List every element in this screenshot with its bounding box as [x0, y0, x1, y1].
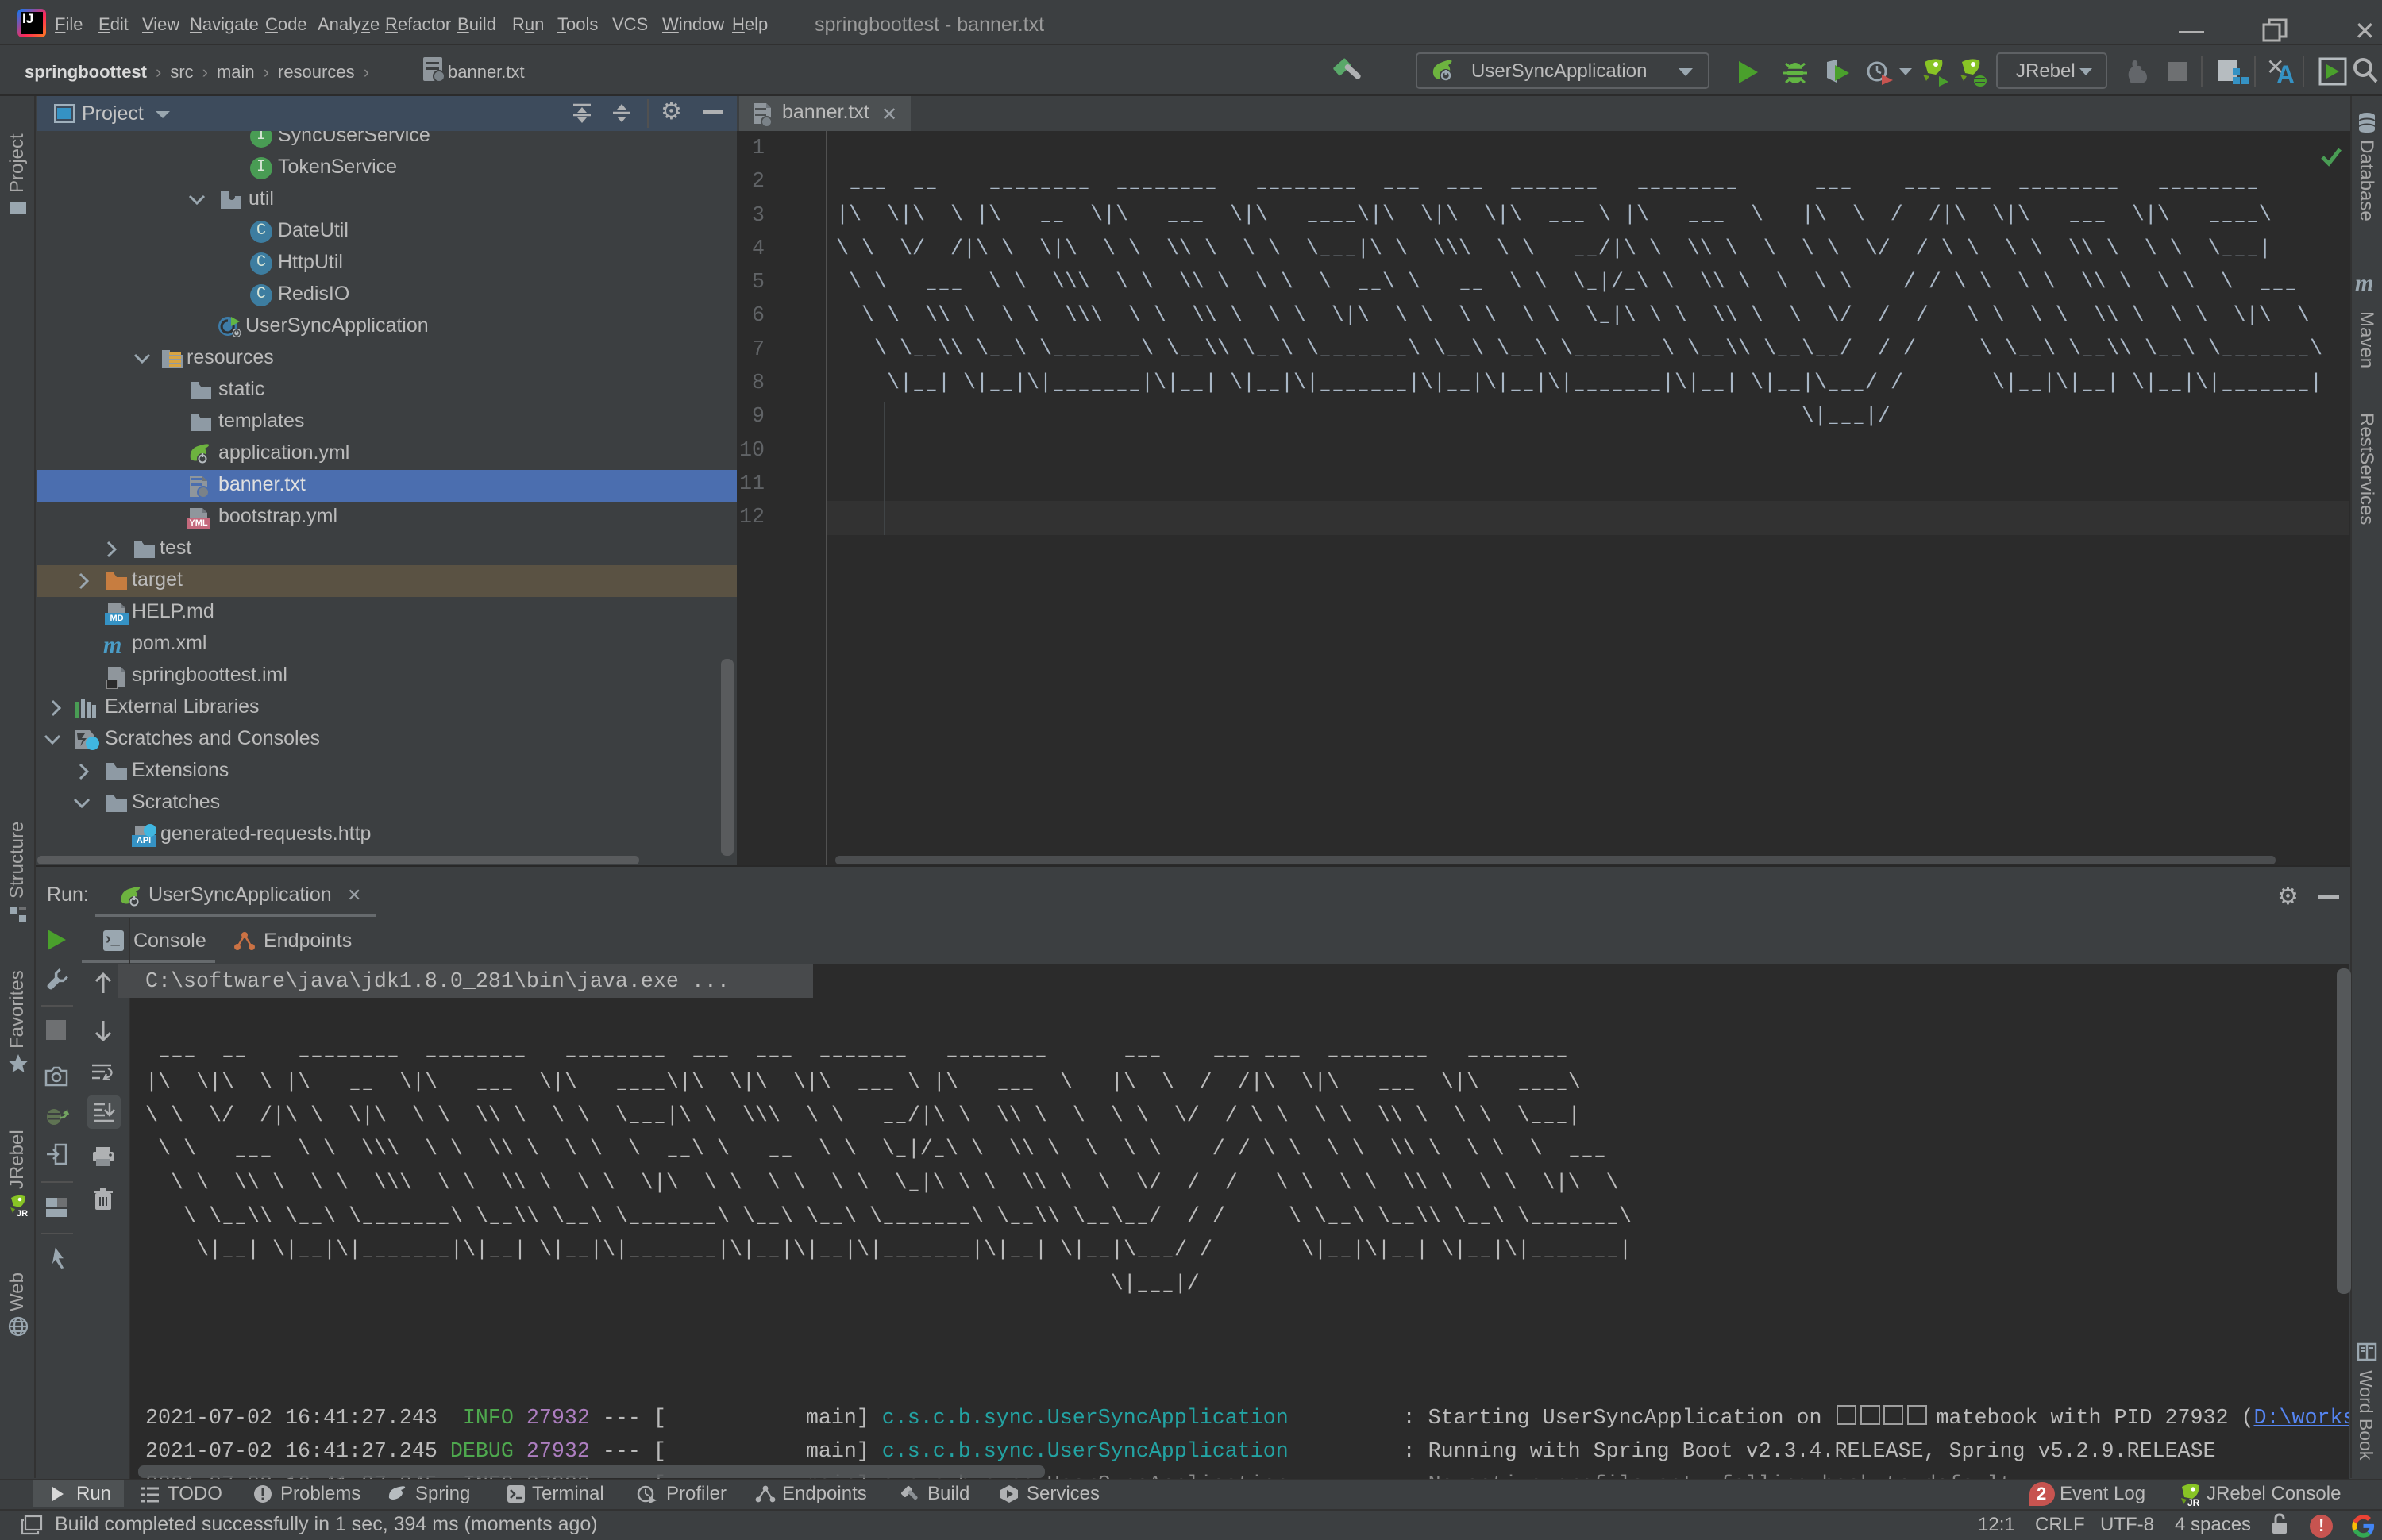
svg-text:JR: JR: [2187, 1497, 2200, 1507]
svg-text:JR: JR: [17, 1209, 28, 1218]
